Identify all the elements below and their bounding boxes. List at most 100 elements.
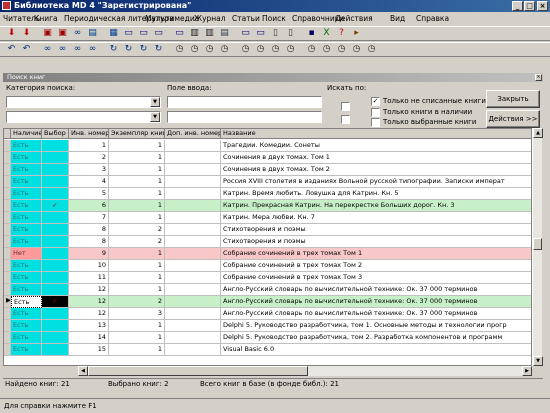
exit-icon[interactable]: ▸	[351, 28, 362, 39]
column-header[interactable]: Инв. номер	[69, 129, 109, 139]
window-icon[interactable]: ▭	[240, 28, 251, 39]
cell-select[interactable]: ✓	[42, 200, 69, 212]
row-indicator[interactable]	[4, 140, 11, 152]
row-indicator[interactable]	[4, 224, 11, 236]
table-row[interactable]: ▶ Есть ✓ 12 2 Англо-Русский словарь по вычисл…	[4, 296, 531, 308]
maximize-button[interactable]: □	[524, 1, 535, 11]
table-row[interactable]: Есть 7 1 Катрин. Мера любви. Кн. 7	[4, 212, 531, 224]
row-indicator[interactable]	[4, 188, 11, 200]
cell-select[interactable]	[42, 260, 69, 272]
table-row[interactable]: Нет 9 1 Собрание сочинений в трех томах Том…	[4, 248, 531, 260]
refresh-icon[interactable]: ↻	[108, 44, 119, 55]
clock-icon[interactable]: ◷	[189, 44, 200, 55]
save-icon[interactable]: ▪	[306, 28, 317, 39]
cell-select[interactable]: ✓	[42, 296, 69, 308]
row-indicator[interactable]	[4, 284, 11, 296]
chevron-down-icon[interactable]: ▼	[150, 97, 160, 107]
print-icon[interactable]: ▥	[204, 28, 215, 39]
document-icon[interactable]: ▯	[270, 28, 281, 39]
table-row[interactable]: Есть 13 1 Delphi 5. Руководство разработчик…	[4, 320, 531, 332]
column-header[interactable]: Название	[221, 129, 531, 139]
clock-icon[interactable]: ◷	[270, 44, 281, 55]
menu-item[interactable]: Вид	[390, 14, 405, 23]
row-indicator[interactable]	[4, 260, 11, 272]
panel-close-icon[interactable]: ×	[535, 74, 542, 81]
table-row[interactable]: Есть 1 1 Трагедии. Комедии. Сонеты	[4, 140, 531, 152]
monitor-icon[interactable]: ▭	[174, 28, 185, 39]
help-icon[interactable]: ?	[336, 28, 347, 39]
scroll-right-icon[interactable]: ▶	[522, 366, 532, 376]
menu-item[interactable]: Книга	[34, 14, 58, 23]
cell-select[interactable]	[42, 272, 69, 284]
book-icon[interactable]: ▤	[219, 28, 230, 39]
clock-icon[interactable]: ◷	[255, 44, 266, 55]
scroll-down-icon[interactable]: ▼	[533, 356, 543, 366]
cell-select[interactable]	[42, 224, 69, 236]
close-window-button[interactable]: ×	[537, 1, 548, 11]
column-header[interactable]: Экземпляр книги	[109, 129, 165, 139]
actions-button[interactable]: Действия >>	[486, 110, 540, 128]
excel-icon[interactable]: X	[321, 28, 332, 39]
search-in-checkbox-1[interactable]	[341, 102, 350, 111]
binoculars-icon[interactable]: ∞	[72, 28, 83, 39]
in-stock-checkbox[interactable]	[371, 108, 380, 117]
row-indicator[interactable]	[4, 236, 11, 248]
minimize-button[interactable]: _	[512, 1, 523, 11]
row-indicator[interactable]	[4, 152, 11, 164]
refresh-icon[interactable]: ↻	[153, 44, 164, 55]
vertical-scrollbar[interactable]: ▲ ▼	[532, 128, 543, 366]
clock-icon[interactable]: ◷	[174, 44, 185, 55]
binoculars-icon[interactable]: ∞	[72, 44, 83, 55]
table-row[interactable]: Есть 4 1 Россия XVIII столетия в изданиях В…	[4, 176, 531, 188]
table-row[interactable]: Есть 5 1 Катрин. Время любить. Ловушка для …	[4, 188, 531, 200]
menu-item[interactable]: Мультимедиа	[145, 14, 199, 23]
clock-icon[interactable]: ◷	[366, 44, 377, 55]
row-indicator[interactable]	[4, 200, 11, 212]
book-open-icon[interactable]: ▤	[87, 28, 98, 39]
current-row-arrow-icon[interactable]: ▶	[4, 296, 11, 308]
row-indicator[interactable]	[4, 164, 11, 176]
book-add-icon[interactable]: ▣	[42, 28, 53, 39]
column-header[interactable]: Наличие	[11, 129, 42, 139]
table-row[interactable]: Есть 3 1 Сочинения в двух томах. Том 2	[4, 164, 531, 176]
category-select-2[interactable]: ▼	[6, 111, 161, 123]
clock-icon[interactable]: ◷	[285, 44, 296, 55]
not-written-off-checkbox[interactable]: ✓	[371, 97, 380, 106]
row-indicator[interactable]	[4, 344, 11, 356]
row-indicator[interactable]	[4, 272, 11, 284]
menu-item[interactable]: Журнал	[194, 14, 226, 23]
refresh-icon[interactable]: ↻	[123, 44, 134, 55]
cell-select[interactable]	[42, 140, 69, 152]
menu-item[interactable]: Статьи	[232, 14, 260, 23]
search-input[interactable]	[167, 96, 322, 108]
clock-icon[interactable]: ◷	[219, 44, 230, 55]
table-row[interactable]: Есть 11 1 Собрание сочинений в трех томах Т…	[4, 272, 531, 284]
window-icon[interactable]: ▭	[138, 28, 149, 39]
selected-only-checkbox[interactable]	[371, 118, 380, 127]
undo-icon[interactable]: ↶	[21, 44, 32, 55]
row-indicator[interactable]	[4, 332, 11, 344]
refresh-icon[interactable]: ↻	[138, 44, 149, 55]
clock-icon[interactable]: ◷	[321, 44, 332, 55]
search-input-2[interactable]	[167, 111, 322, 123]
row-indicator[interactable]	[4, 176, 11, 188]
clock-icon[interactable]: ◷	[204, 44, 215, 55]
binoculars-icon[interactable]: ∞	[57, 44, 68, 55]
cell-select[interactable]	[42, 308, 69, 320]
cell-select[interactable]	[42, 332, 69, 344]
table-row[interactable]: Есть 2 1 Сочинения в двух томах. Том 1	[4, 152, 531, 164]
clock-icon[interactable]: ◷	[351, 44, 362, 55]
monitor-icon[interactable]: ▭	[153, 28, 164, 39]
row-indicator[interactable]	[4, 320, 11, 332]
menu-item[interactable]: Поиск	[262, 14, 286, 23]
table-row[interactable]: Есть ✓ 6 1 Катрин. Прекрасная Катрин. На пер…	[4, 200, 531, 212]
print-icon[interactable]: ▥	[189, 28, 200, 39]
cards-icon[interactable]: ▦	[108, 28, 119, 39]
cell-select[interactable]	[42, 152, 69, 164]
table-row[interactable]: Есть 14 1 Delphi 5. Руководство разработчик…	[4, 332, 531, 344]
clock-icon[interactable]: ◷	[306, 44, 317, 55]
cell-select[interactable]	[42, 176, 69, 188]
document-icon[interactable]: ▯	[285, 28, 296, 39]
clock-icon[interactable]: ◷	[336, 44, 347, 55]
cell-select[interactable]	[42, 320, 69, 332]
